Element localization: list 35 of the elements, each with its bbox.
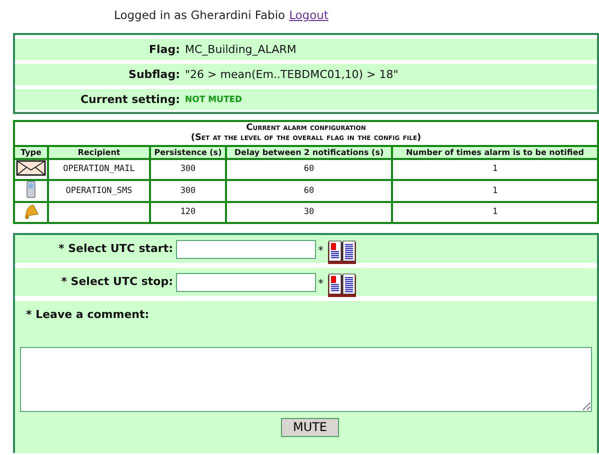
bell-icon: [23, 202, 39, 219]
info-value: MC_Building_ALARM: [185, 43, 298, 56]
login-status: Logged in as Gherardini Fabio: [114, 8, 286, 22]
info-value: "26 > mean(Em..TEBDMC01,10) > 18": [185, 68, 400, 81]
required-mark: *: [318, 276, 324, 290]
envelope-icon: [16, 160, 46, 176]
table-subtitle: (Set at the level of the overall flag in the config file): [190, 133, 422, 144]
info-label: Subflag:: [128, 68, 180, 81]
table-cell: 300: [150, 158, 226, 180]
table-cell: 30: [226, 202, 392, 223]
logout-link[interactable]: Logout: [289, 8, 328, 22]
comment-label: * Leave a comment:: [25, 306, 150, 321]
table-cell: OPERATION_MAIL: [48, 158, 150, 180]
field-label: * Select UTC stop:: [60, 274, 173, 288]
required-mark: *: [318, 244, 324, 257]
table-cell: 1: [392, 180, 598, 202]
date-input-field[interactable]: [176, 272, 316, 292]
field-label: * Select UTC start:: [58, 240, 173, 255]
calendar-icon[interactable]: [326, 272, 356, 298]
status-value: NOT MUTED: [185, 94, 244, 104]
table-cell: 1: [392, 158, 598, 180]
comment-field[interactable]: [20, 346, 592, 412]
table-cell: 60: [226, 180, 392, 202]
info-label: Flag:: [148, 43, 180, 56]
table-cell: 120: [150, 202, 226, 223]
table-cell: 300: [150, 180, 226, 202]
info-label: Current setting:: [79, 93, 180, 106]
mute-button[interactable]: MUTE: [281, 418, 339, 437]
table-title: Current alarm configuration: [245, 123, 367, 134]
date-input-field[interactable]: [176, 240, 316, 259]
table-cell: 60: [226, 158, 392, 180]
mobile-phone-icon: [26, 180, 36, 198]
table-cell: 1: [392, 202, 598, 223]
table-cell: OPERATION_SMS: [48, 180, 150, 202]
calendar-icon[interactable]: [326, 240, 356, 265]
